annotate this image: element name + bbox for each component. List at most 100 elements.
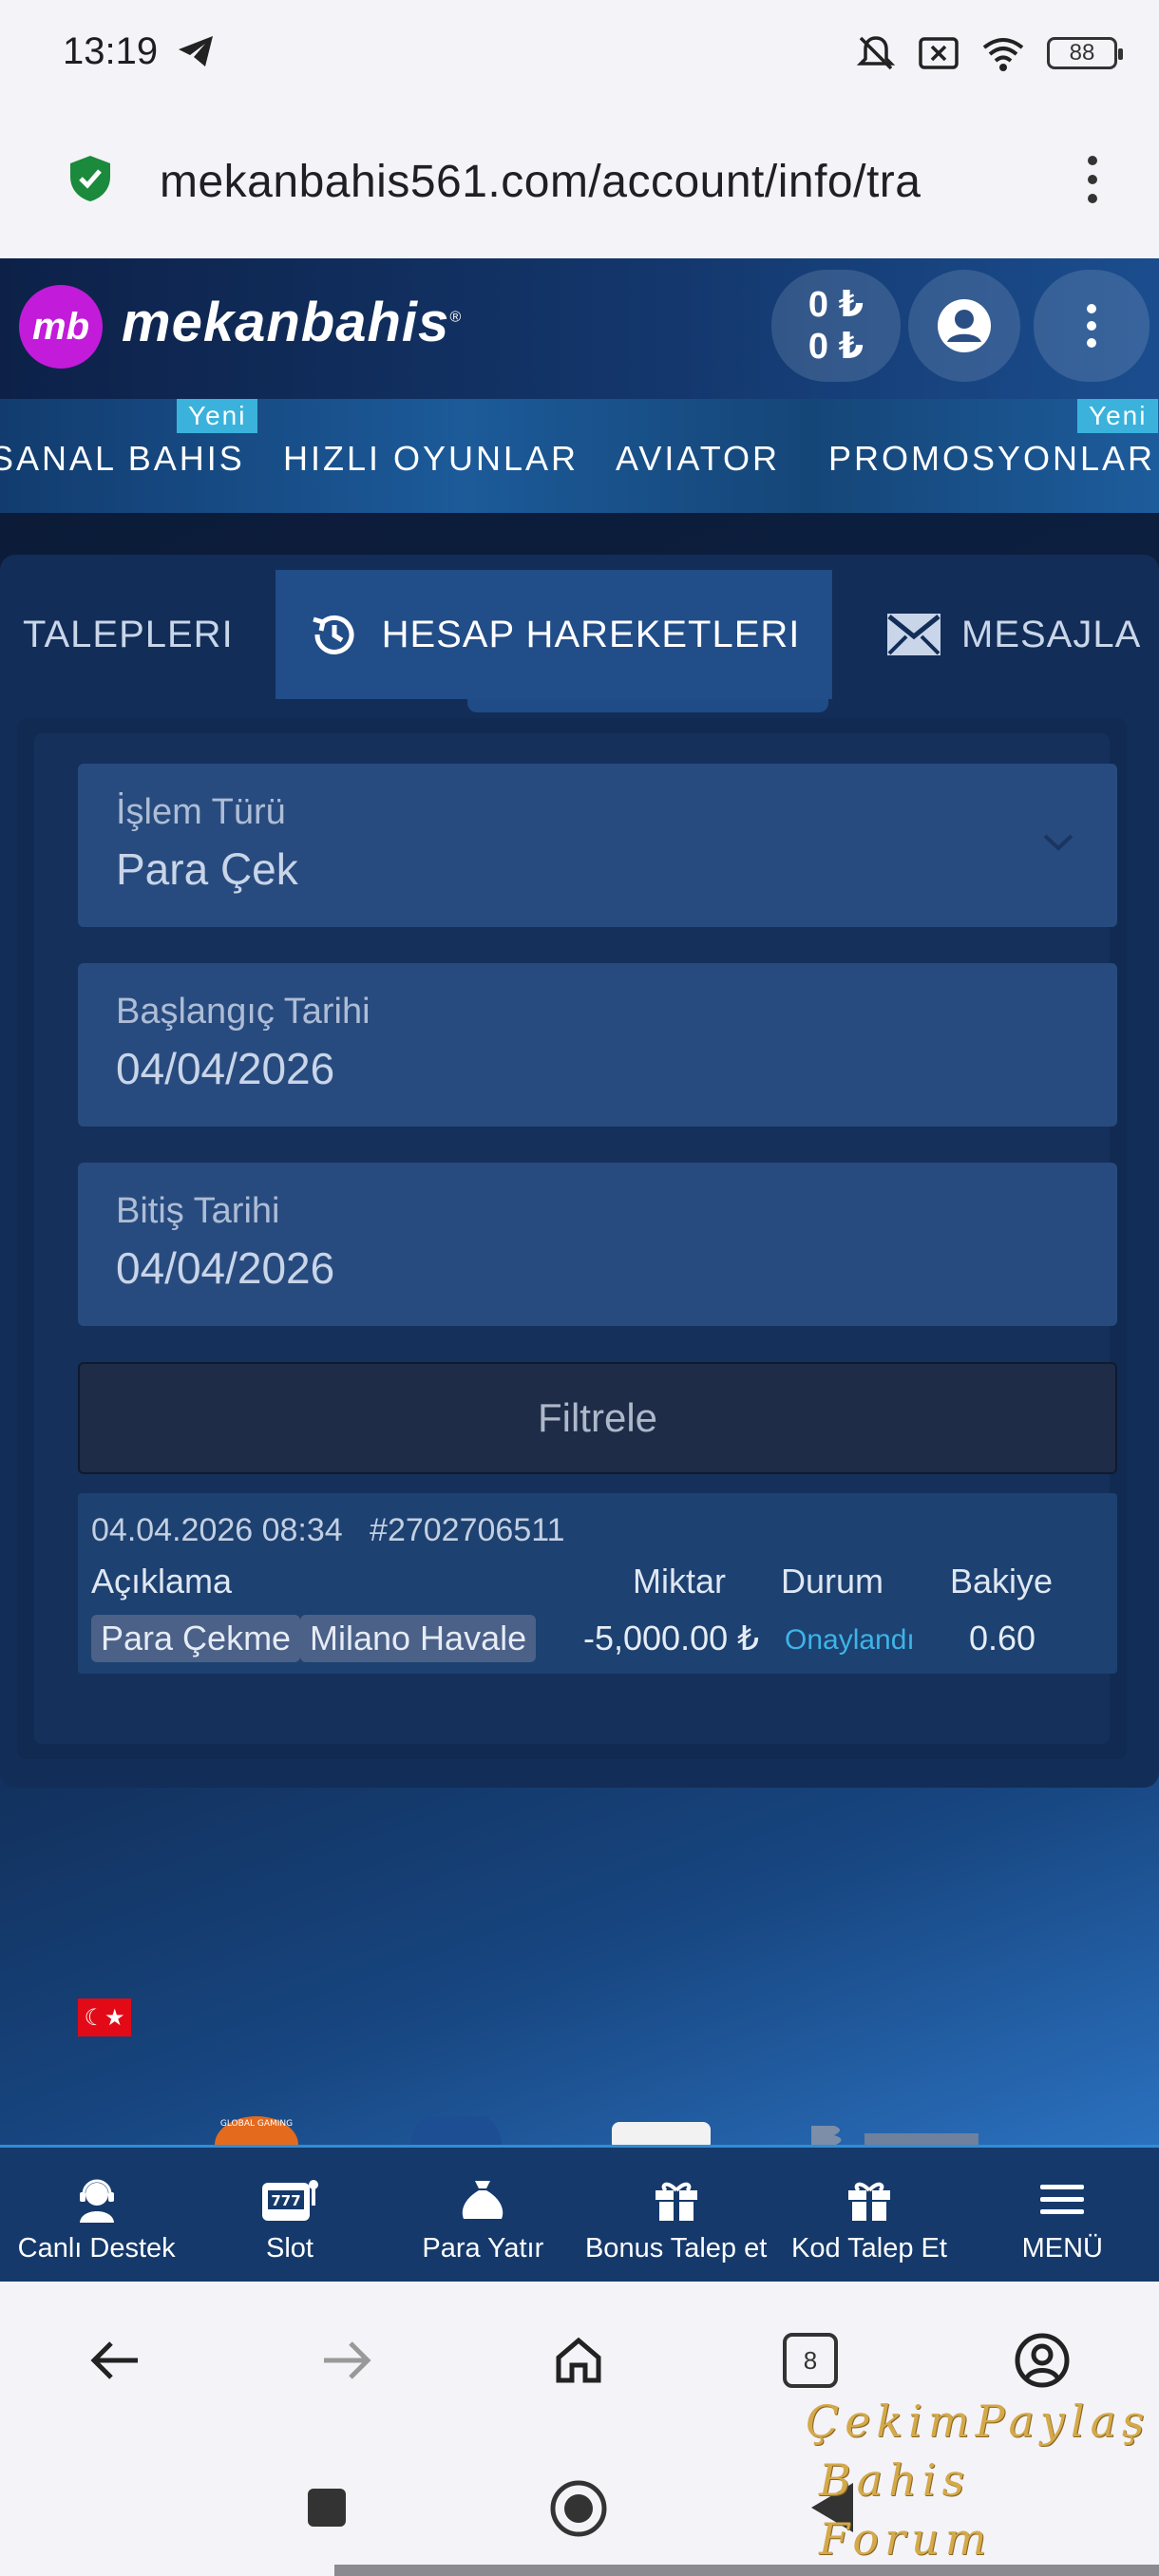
transaction-balance: 0.60 <box>969 1619 1036 1657</box>
arrow-left-icon <box>90 2341 138 2379</box>
secure-shield-icon <box>70 156 110 201</box>
bottom-nav-label: Bonus Talep et <box>584 2233 768 2263</box>
begamble-logo <box>811 2126 978 2145</box>
logo-wordmark: mekanbahis <box>122 292 450 353</box>
url-fade <box>931 144 998 220</box>
new-badge: Yeni <box>177 399 258 433</box>
transaction-meta: 04.04.2026 08:34 #2702706511 <box>91 1512 565 1549</box>
arrow-right-icon <box>324 2341 371 2379</box>
url-text[interactable]: mekanbahis561.com/account/info/tra <box>160 156 996 208</box>
profile-button[interactable] <box>1009 2327 1075 2394</box>
column-header-status: Durum <box>781 1562 884 1601</box>
account-circle-icon <box>1015 2333 1070 2388</box>
home-circle-button[interactable] <box>549 2479 608 2538</box>
chevron-down-icon <box>1043 834 1074 851</box>
logo-text[interactable]: mekanbahis® <box>122 291 462 354</box>
tab-hesap-hareketleri[interactable]: HESAP HAREKETLERI <box>276 570 832 699</box>
back-button[interactable] <box>82 2327 148 2394</box>
tab-label: TALEPLERI <box>23 613 234 655</box>
turkish-flag-icon[interactable]: ☾★ <box>78 1998 131 2036</box>
wifi-icon <box>982 38 1024 71</box>
filter-card: İşlem Türü Para Çek Başlangıç Tarihi 04/… <box>34 733 1117 1744</box>
status-bar: 13:19 88 <box>0 0 1159 106</box>
battery-icon: 88 <box>1047 37 1123 69</box>
status-time: 13:19 <box>63 30 159 72</box>
money-bag-icon <box>458 2176 507 2224</box>
tag-para-cekme: Para Çekme <box>91 1615 301 1662</box>
svg-text:GLOBAL GAMING: GLOBAL GAMING <box>220 2119 293 2129</box>
balance-button[interactable]: 0 ₺ 0 ₺ <box>771 270 901 382</box>
partner-logo-badge <box>612 2122 711 2145</box>
recents-button[interactable] <box>306 2487 348 2529</box>
tab-talepleri[interactable]: TALEPLERI <box>23 570 234 699</box>
bottom-nav-label: Slot <box>266 2233 314 2263</box>
slot-machine-icon: 777 <box>260 2176 319 2224</box>
transaction-amount: -5,000.00 ₺ <box>583 1619 760 1657</box>
logo-badge[interactable]: mb <box>19 285 103 369</box>
bottom-nav-slot[interactable]: 777 Slot <box>193 2148 386 2282</box>
gift-icon <box>653 2176 700 2224</box>
new-badge: Yeni <box>1077 399 1159 433</box>
tab-label: HESAP HAREKETLERI <box>381 613 801 655</box>
column-header-amount: Miktar <box>633 1562 726 1601</box>
tag-payment-method: Milano Havale <box>300 1615 537 1662</box>
filter-button[interactable]: Filtrele <box>78 1362 1117 1474</box>
column-header-balance: Bakiye <box>950 1562 1054 1601</box>
field-value: Para Çek <box>116 844 298 894</box>
watermark-line-2: Bahis Forum <box>819 2454 993 2565</box>
field-label: İşlem Türü <box>116 792 286 832</box>
forward-button[interactable] <box>314 2327 380 2394</box>
history-icon <box>312 615 354 654</box>
watermark-line-1: ÇekimPaylaş <box>806 2396 1150 2447</box>
column-header-description: Açıklama <box>91 1562 233 1601</box>
browser-menu-icon[interactable] <box>1083 156 1102 203</box>
transaction-status: Onaylandı <box>785 1624 915 1656</box>
bottom-nav-canli-destek[interactable]: Canlı Destek <box>0 2148 193 2282</box>
tab-label: MESAJLA <box>961 613 1142 655</box>
url-bar[interactable]: mekanbahis561.com/account/info/tra <box>0 106 1159 258</box>
field-label: Bitiş Tarihi <box>116 1191 280 1231</box>
transaction-id: #2702706511 <box>370 1512 565 1548</box>
status-icons: 88 <box>855 32 1123 74</box>
more-menu-button[interactable] <box>1034 270 1150 382</box>
bottom-nav-label: Para Yatır <box>422 2233 544 2263</box>
balance-main: 0 ₺ <box>808 285 864 325</box>
transaction-type-select[interactable]: İşlem Türü Para Çek <box>78 764 1117 927</box>
end-date-field[interactable]: Bitiş Tarihi 04/04/2026 <box>78 1163 1117 1326</box>
transaction-row[interactable]: 04.04.2026 08:34 #2702706511 Açıklama Mi… <box>78 1493 1117 1674</box>
forum-watermark: ÇekimPaylaş Bahis Forum <box>806 2392 1159 2568</box>
nav-item-promosyonlar[interactable]: PROMOSYONLAR <box>828 439 1155 479</box>
mute-bell-icon <box>856 36 896 70</box>
field-value: 04/04/2026 <box>116 1044 335 1093</box>
nav-item-aviator[interactable]: AVIATOR <box>616 439 780 479</box>
bottom-nav-label: MENÜ <box>1021 2233 1103 2263</box>
tab-mesajlar[interactable]: MESAJLA <box>887 570 1141 699</box>
account-panel: TALEPLERI HESAP HAREKETLERI MESAJLA İşle… <box>0 555 1159 1788</box>
user-icon <box>938 299 991 352</box>
start-date-field[interactable]: Başlangıç Tarihi 04/04/2026 <box>78 963 1117 1127</box>
bottom-nav-bonus-talep[interactable]: Bonus Talep et <box>580 2148 772 2282</box>
nav-item-sanal-bahis[interactable]: SANAL BAHIS <box>0 439 245 479</box>
bottom-nav-label: Canlı Destek <box>17 2233 176 2263</box>
partner-logo-circle <box>410 2116 502 2145</box>
hamburger-icon <box>1038 2176 1086 2224</box>
tabs-button[interactable]: 8 <box>777 2327 844 2394</box>
category-nav: SANAL BAHIS Yeni HIZLI OYUNLAR AVIATOR P… <box>0 399 1159 513</box>
bottom-nav-menu[interactable]: MENÜ <box>966 2148 1159 2282</box>
nav-item-hizli-oyunlar[interactable]: HIZLI OYUNLAR <box>283 439 579 479</box>
home-icon <box>556 2337 601 2383</box>
telegram-icon <box>179 36 213 66</box>
bottom-nav-para-yatir[interactable]: Para Yatır <box>387 2148 580 2282</box>
more-dots-icon <box>1087 304 1096 348</box>
bottom-nav-label: Kod Talep Et <box>791 2233 947 2263</box>
account-button[interactable] <box>908 270 1020 382</box>
mail-icon <box>887 614 940 655</box>
transaction-datetime: 04.04.2026 08:34 <box>91 1512 343 1548</box>
support-agent-icon <box>75 2176 119 2224</box>
gift-icon <box>846 2176 893 2224</box>
no-sim-icon <box>919 37 959 69</box>
bottom-nav-kod-talep[interactable]: Kod Talep Et <box>772 2148 965 2282</box>
field-label: Başlangıç Tarihi <box>116 992 370 1032</box>
home-button[interactable] <box>545 2327 612 2394</box>
site-bottom-nav: Canlı Destek 777 Slot Para Yatır Bonus T… <box>0 2145 1159 2282</box>
